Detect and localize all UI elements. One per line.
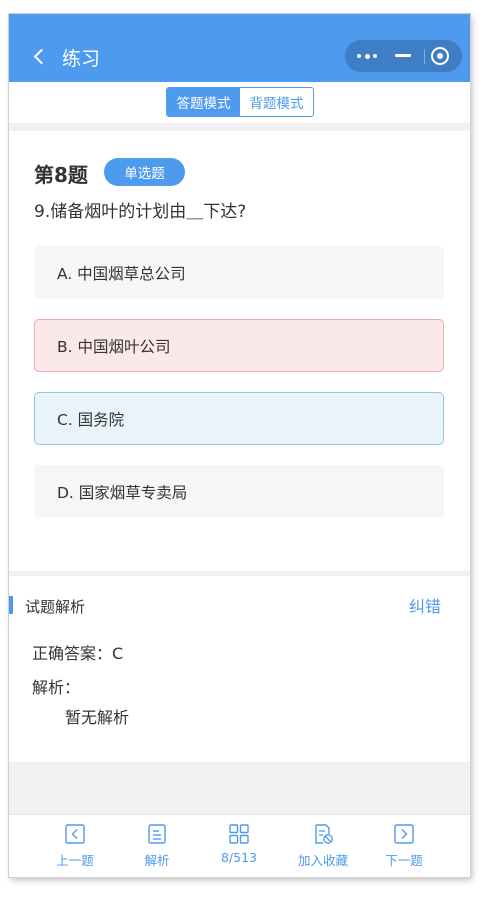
nav-header: 练习 [9, 14, 470, 82]
analysis-card: 试题解析 纠错 正确答案：C 解析： 暂无解析 [9, 576, 470, 762]
grid-icon [229, 824, 249, 844]
correction-link[interactable]: 纠错 [409, 593, 441, 617]
mini-program-capsule [345, 40, 462, 72]
mode-toggle: 答题模式 背题模式 [166, 87, 314, 117]
tab-answer-mode[interactable]: 答题模式 [167, 88, 240, 116]
next-question-label: 下一题 [385, 853, 423, 868]
analysis-button[interactable]: 解析 [127, 815, 187, 877]
question-text: 9.储备烟叶的计划由＿下达? [34, 202, 247, 222]
bottom-nav: 上一题 解析 8/513 加入收藏 下一题 [9, 814, 470, 877]
prev-icon [65, 824, 85, 844]
next-icon [394, 824, 414, 844]
option-b[interactable]: B. 中国烟叶公司 [34, 319, 444, 372]
target-icon[interactable] [431, 47, 449, 65]
analysis-body: 暂无解析 [65, 708, 130, 727]
capsule-divider [424, 49, 425, 64]
analysis-nav-label: 解析 [144, 853, 170, 868]
page-title: 练习 [62, 48, 101, 70]
analysis-title: 试题解析 [25, 598, 86, 616]
favorite-icon [315, 824, 333, 844]
option-a[interactable]: A. 中国烟草总公司 [34, 246, 444, 299]
phone-frame: 练习 答题模式 背题模式 第8题 单选题 9.储备烟叶的计划由＿下达? A. 中… [9, 14, 470, 877]
correct-answer: 正确答案：C [32, 644, 124, 663]
add-favorite-label: 加入收藏 [297, 853, 348, 868]
document-icon [148, 824, 166, 844]
section-marker [9, 596, 13, 614]
option-d[interactable]: D. 国家烟草专卖局 [34, 465, 444, 518]
more-icon[interactable] [357, 52, 379, 60]
question-number: 第8题 [34, 163, 88, 187]
minus-icon[interactable] [395, 54, 411, 57]
analysis-label: 解析： [32, 678, 81, 697]
prev-question-button[interactable]: 上一题 [45, 815, 105, 877]
prev-question-label: 上一题 [56, 853, 94, 868]
option-c[interactable]: C. 国务院 [34, 392, 444, 445]
question-index-button[interactable]: 8/513 [209, 815, 269, 877]
question-card: 第8题 单选题 9.储备烟叶的计划由＿下达? A. 中国烟草总公司 B. 中国烟… [9, 131, 470, 571]
chevron-left-icon[interactable] [33, 48, 50, 65]
mode-bar: 答题模式 背题模式 [9, 82, 470, 123]
add-favorite-button[interactable]: 加入收藏 [288, 815, 358, 877]
question-type-badge: 单选题 [104, 158, 185, 186]
question-index-label: 8/513 [220, 850, 258, 865]
next-question-button[interactable]: 下一题 [374, 815, 434, 877]
tab-recite-mode[interactable]: 背题模式 [240, 88, 313, 116]
